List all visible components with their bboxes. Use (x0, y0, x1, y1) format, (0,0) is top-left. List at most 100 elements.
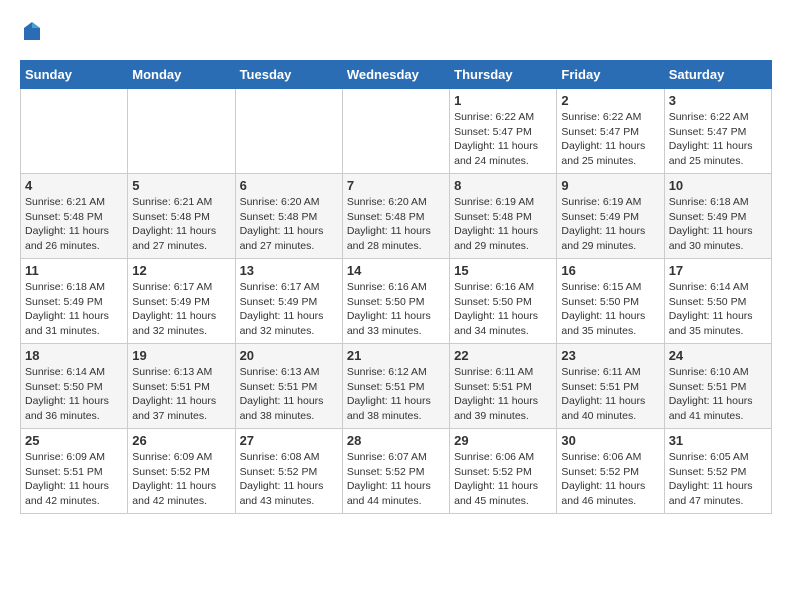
day-info: Sunrise: 6:13 AMSunset: 5:51 PMDaylight:… (132, 365, 230, 424)
calendar-week-5: 25 Sunrise: 6:09 AMSunset: 5:51 PMDayligh… (21, 429, 772, 514)
calendar-cell: 22 Sunrise: 6:11 AMSunset: 5:51 PMDayligh… (450, 344, 557, 429)
day-info: Sunrise: 6:14 AMSunset: 5:50 PMDaylight:… (669, 280, 767, 339)
day-number: 8 (454, 178, 552, 193)
day-number: 3 (669, 93, 767, 108)
calendar-cell: 24 Sunrise: 6:10 AMSunset: 5:51 PMDayligh… (664, 344, 771, 429)
calendar-cell: 14 Sunrise: 6:16 AMSunset: 5:50 PMDayligh… (342, 259, 449, 344)
header-day-saturday: Saturday (664, 61, 771, 89)
day-info: Sunrise: 6:21 AMSunset: 5:48 PMDaylight:… (25, 195, 123, 254)
day-info: Sunrise: 6:22 AMSunset: 5:47 PMDaylight:… (669, 110, 767, 169)
calendar-week-3: 11Sunrise: 6:18 AMSunset: 5:49 PMDayligh… (21, 259, 772, 344)
day-number: 20 (240, 348, 338, 363)
day-info: Sunrise: 6:20 AMSunset: 5:48 PMDaylight:… (347, 195, 445, 254)
day-number: 29 (454, 433, 552, 448)
day-info: Sunrise: 6:19 AMSunset: 5:49 PMDaylight:… (561, 195, 659, 254)
calendar-header: SundayMondayTuesdayWednesdayThursdayFrid… (21, 61, 772, 89)
day-info: Sunrise: 6:11 AMSunset: 5:51 PMDaylight:… (454, 365, 552, 424)
day-number: 22 (454, 348, 552, 363)
day-number: 18 (25, 348, 123, 363)
day-info: Sunrise: 6:05 AMSunset: 5:52 PMDaylight:… (669, 450, 767, 509)
calendar-week-1: 1 Sunrise: 6:22 AMSunset: 5:47 PMDaylight… (21, 89, 772, 174)
day-info: Sunrise: 6:17 AMSunset: 5:49 PMDaylight:… (132, 280, 230, 339)
calendar-cell: 5 Sunrise: 6:21 AMSunset: 5:48 PMDaylight… (128, 174, 235, 259)
day-info: Sunrise: 6:12 AMSunset: 5:51 PMDaylight:… (347, 365, 445, 424)
calendar-cell: 3 Sunrise: 6:22 AMSunset: 5:47 PMDaylight… (664, 89, 771, 174)
calendar-cell: 1 Sunrise: 6:22 AMSunset: 5:47 PMDaylight… (450, 89, 557, 174)
day-number: 19 (132, 348, 230, 363)
day-number: 11 (25, 263, 123, 278)
calendar-table: SundayMondayTuesdayWednesdayThursdayFrid… (20, 60, 772, 514)
day-number: 14 (347, 263, 445, 278)
calendar-body: 1 Sunrise: 6:22 AMSunset: 5:47 PMDaylight… (21, 89, 772, 514)
calendar-cell: 15 Sunrise: 6:16 AMSunset: 5:50 PMDayligh… (450, 259, 557, 344)
calendar-cell: 23 Sunrise: 6:11 AMSunset: 5:51 PMDayligh… (557, 344, 664, 429)
day-info: Sunrise: 6:17 AMSunset: 5:49 PMDaylight:… (240, 280, 338, 339)
day-info: Sunrise: 6:16 AMSunset: 5:50 PMDaylight:… (347, 280, 445, 339)
logo (20, 20, 48, 44)
calendar-cell: 26 Sunrise: 6:09 AMSunset: 5:52 PMDayligh… (128, 429, 235, 514)
day-number: 5 (132, 178, 230, 193)
day-number: 9 (561, 178, 659, 193)
calendar-cell: 8 Sunrise: 6:19 AMSunset: 5:48 PMDaylight… (450, 174, 557, 259)
day-info: Sunrise: 6:16 AMSunset: 5:50 PMDaylight:… (454, 280, 552, 339)
header-day-wednesday: Wednesday (342, 61, 449, 89)
day-number: 21 (347, 348, 445, 363)
day-info: Sunrise: 6:10 AMSunset: 5:51 PMDaylight:… (669, 365, 767, 424)
calendar-cell: 17 Sunrise: 6:14 AMSunset: 5:50 PMDayligh… (664, 259, 771, 344)
calendar-cell: 13 Sunrise: 6:17 AMSunset: 5:49 PMDayligh… (235, 259, 342, 344)
day-info: Sunrise: 6:09 AMSunset: 5:52 PMDaylight:… (132, 450, 230, 509)
calendar-cell: 25 Sunrise: 6:09 AMSunset: 5:51 PMDayligh… (21, 429, 128, 514)
day-info: Sunrise: 6:19 AMSunset: 5:48 PMDaylight:… (454, 195, 552, 254)
day-info: Sunrise: 6:22 AMSunset: 5:47 PMDaylight:… (561, 110, 659, 169)
day-number: 26 (132, 433, 230, 448)
day-number: 1 (454, 93, 552, 108)
day-number: 10 (669, 178, 767, 193)
calendar-cell (21, 89, 128, 174)
day-number: 6 (240, 178, 338, 193)
logo-icon (20, 20, 44, 44)
calendar-cell: 9 Sunrise: 6:19 AMSunset: 5:49 PMDaylight… (557, 174, 664, 259)
day-number: 23 (561, 348, 659, 363)
day-number: 25 (25, 433, 123, 448)
calendar-week-2: 4 Sunrise: 6:21 AMSunset: 5:48 PMDaylight… (21, 174, 772, 259)
calendar-cell (342, 89, 449, 174)
calendar-cell (128, 89, 235, 174)
header-day-sunday: Sunday (21, 61, 128, 89)
calendar-cell: 7 Sunrise: 6:20 AMSunset: 5:48 PMDaylight… (342, 174, 449, 259)
day-info: Sunrise: 6:11 AMSunset: 5:51 PMDaylight:… (561, 365, 659, 424)
day-info: Sunrise: 6:06 AMSunset: 5:52 PMDaylight:… (454, 450, 552, 509)
day-number: 17 (669, 263, 767, 278)
day-info: Sunrise: 6:07 AMSunset: 5:52 PMDaylight:… (347, 450, 445, 509)
day-number: 24 (669, 348, 767, 363)
day-number: 28 (347, 433, 445, 448)
day-number: 31 (669, 433, 767, 448)
calendar-cell: 29 Sunrise: 6:06 AMSunset: 5:52 PMDayligh… (450, 429, 557, 514)
calendar-cell: 27Sunrise: 6:08 AMSunset: 5:52 PMDayligh… (235, 429, 342, 514)
day-number: 16 (561, 263, 659, 278)
page-header (20, 20, 772, 44)
day-info: Sunrise: 6:08 AMSunset: 5:52 PMDaylight:… (240, 450, 338, 509)
header-day-thursday: Thursday (450, 61, 557, 89)
day-info: Sunrise: 6:21 AMSunset: 5:48 PMDaylight:… (132, 195, 230, 254)
day-info: Sunrise: 6:18 AMSunset: 5:49 PMDaylight:… (669, 195, 767, 254)
day-number: 7 (347, 178, 445, 193)
calendar-cell: 18Sunrise: 6:14 AMSunset: 5:50 PMDayligh… (21, 344, 128, 429)
day-info: Sunrise: 6:22 AMSunset: 5:47 PMDaylight:… (454, 110, 552, 169)
header-day-monday: Monday (128, 61, 235, 89)
calendar-cell: 2 Sunrise: 6:22 AMSunset: 5:47 PMDaylight… (557, 89, 664, 174)
header-day-friday: Friday (557, 61, 664, 89)
calendar-cell: 20Sunrise: 6:13 AMSunset: 5:51 PMDayligh… (235, 344, 342, 429)
day-number: 15 (454, 263, 552, 278)
day-number: 2 (561, 93, 659, 108)
calendar-cell: 30Sunrise: 6:06 AMSunset: 5:52 PMDayligh… (557, 429, 664, 514)
day-info: Sunrise: 6:15 AMSunset: 5:50 PMDaylight:… (561, 280, 659, 339)
day-number: 12 (132, 263, 230, 278)
day-number: 13 (240, 263, 338, 278)
header-row: SundayMondayTuesdayWednesdayThursdayFrid… (21, 61, 772, 89)
day-info: Sunrise: 6:09 AMSunset: 5:51 PMDaylight:… (25, 450, 123, 509)
day-info: Sunrise: 6:06 AMSunset: 5:52 PMDaylight:… (561, 450, 659, 509)
calendar-cell: 12 Sunrise: 6:17 AMSunset: 5:49 PMDayligh… (128, 259, 235, 344)
day-number: 4 (25, 178, 123, 193)
calendar-cell: 11Sunrise: 6:18 AMSunset: 5:49 PMDayligh… (21, 259, 128, 344)
calendar-cell: 16 Sunrise: 6:15 AMSunset: 5:50 PMDayligh… (557, 259, 664, 344)
